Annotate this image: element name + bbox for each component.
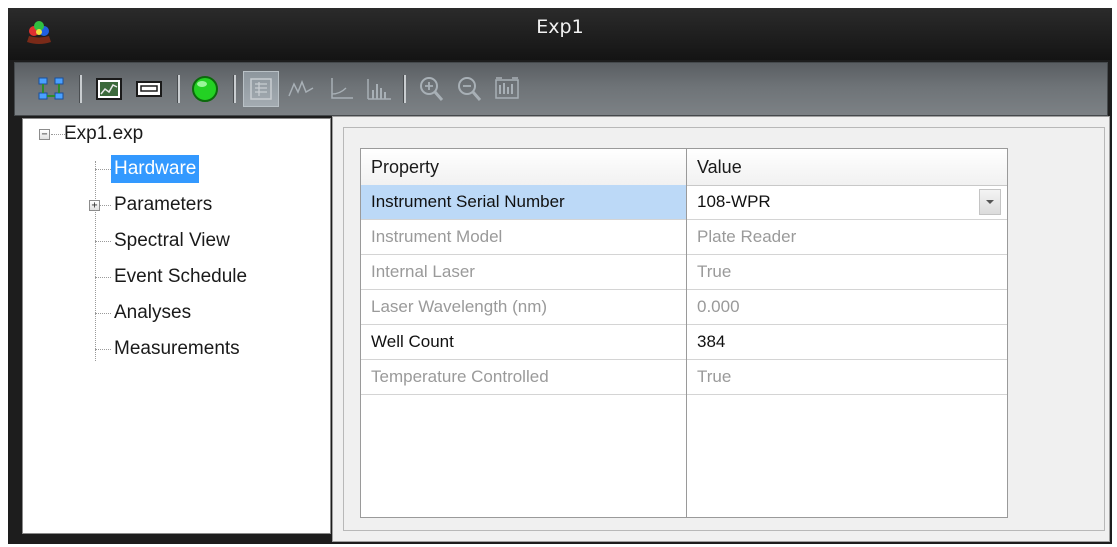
tree-connector [95,349,111,350]
toolbar-separator [233,75,236,103]
histogram-icon [367,79,391,100]
property-row[interactable]: Instrument Model Plate Reader [361,220,1007,255]
tree-collapse-toggle[interactable]: − [39,129,50,140]
axis-icon [331,78,353,99]
app-window: Exp1 − Exp1.exp Hardware + Parameters Sp… [8,8,1112,544]
property-name-cell: Instrument Model [371,227,503,246]
zoom-out-icon [458,77,482,101]
network-button[interactable] [33,71,69,107]
property-row[interactable]: Laser Wavelength (nm) 0.000 [361,290,1007,325]
toolbar [14,62,1108,116]
zoom-in-icon [420,77,444,101]
property-name-cell[interactable]: Instrument Serial Number [361,185,686,219]
property-value-cell: 0.000 [697,297,740,316]
zoom-fit-icon [495,77,519,99]
property-value-cell: True [697,262,732,281]
tree-connector [95,161,96,361]
property-row[interactable]: Temperature Controlled True [361,360,1007,395]
toolbar-separator [403,75,406,103]
tree-item-analyses[interactable]: Analyses [111,299,194,327]
tree-connector [95,169,111,170]
zoom-in-button[interactable] [413,71,449,107]
run-status-icon [192,76,218,102]
property-value-cell: True [697,367,732,386]
property-name-cell: Temperature Controlled [371,367,549,386]
property-grid-icon [250,78,272,100]
column-header-value[interactable]: Value [687,149,1007,185]
property-name-cell[interactable]: Well Count [361,325,686,359]
property-grid: Property Value Instrument Serial Number … [360,148,1008,518]
chevron-down-icon [986,200,994,204]
zoom-fit-button[interactable] [489,71,525,107]
property-grid-button[interactable] [243,71,279,107]
zoom-out-button[interactable] [451,71,487,107]
tree-item-hardware[interactable]: Hardware [111,155,200,183]
tree-connector [95,277,111,278]
run-status-button[interactable] [187,71,223,107]
window-title: Exp1 [536,16,584,38]
property-value-cell[interactable]: 108-WPR [687,185,1007,219]
toolbar-separator [79,75,82,103]
window-icon [136,81,162,97]
property-name-cell: Laser Wavelength (nm) [371,297,548,316]
property-name-cell: Internal Laser [371,262,475,281]
detail-pane: Property Value Instrument Serial Number … [332,116,1110,542]
title-bar: Exp1 [8,8,1112,60]
toolbar-separator [177,75,180,103]
property-row[interactable]: Internal Laser True [361,255,1007,290]
tree-item-spectral-view[interactable]: Spectral View [111,227,233,255]
value-dropdown-button[interactable] [979,189,1001,215]
tree-expand-toggle[interactable]: + [89,200,100,211]
tree-connector [95,241,111,242]
tree-item-event-schedule[interactable]: Event Schedule [111,263,250,291]
spectrum-button[interactable] [283,71,319,107]
network-icon [38,77,64,100]
window-button[interactable] [131,71,167,107]
tree-item-parameters[interactable]: Parameters [111,191,215,219]
column-header-property[interactable]: Property [361,149,686,185]
tree-root-label[interactable]: Exp1.exp [61,120,146,148]
tree-connector [95,313,111,314]
experiment-tree: − Exp1.exp Hardware + Parameters Spectra… [22,118,331,534]
grid-header: Property Value [361,149,1007,186]
chart-view-button[interactable] [91,71,127,107]
histogram-button[interactable] [361,71,397,107]
property-row[interactable]: Instrument Serial Number 108-WPR [361,185,1007,220]
tree-item-measurements[interactable]: Measurements [111,335,243,363]
property-value-cell[interactable]: 384 [687,325,1007,359]
chart-view-icon [96,78,122,100]
property-row[interactable]: Well Count 384 [361,325,1007,360]
axis-button[interactable] [323,71,359,107]
property-frame: Property Value Instrument Serial Number … [343,127,1105,531]
column-divider [686,149,687,517]
property-value-cell: Plate Reader [697,227,797,246]
spectrum-icon [288,79,314,97]
